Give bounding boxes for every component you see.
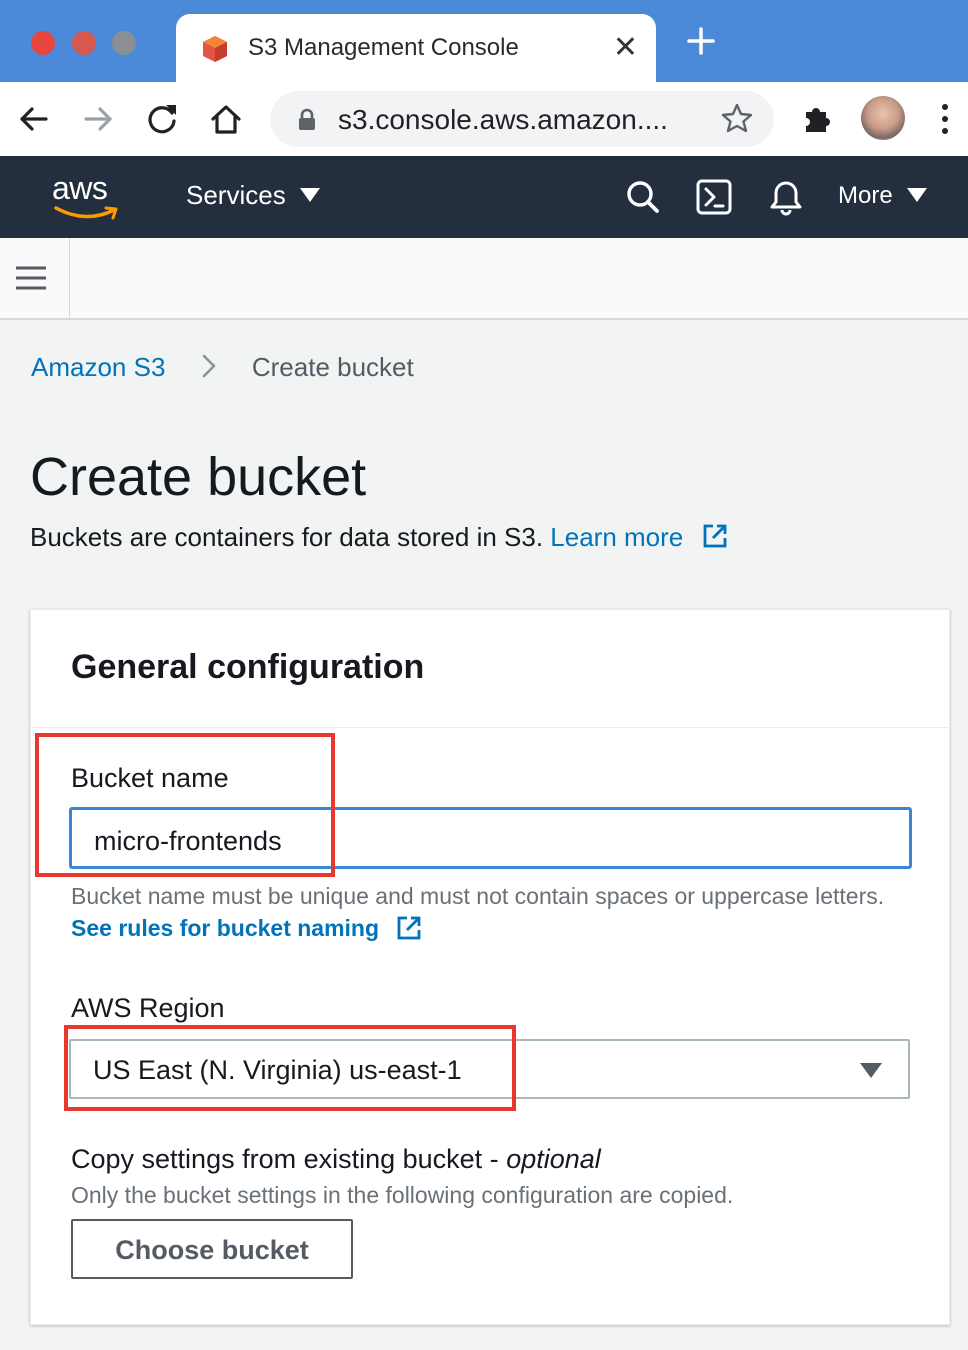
notifications-bell-icon[interactable] bbox=[767, 178, 805, 216]
profile-avatar[interactable] bbox=[861, 96, 905, 140]
console-subbar bbox=[0, 238, 968, 320]
breadcrumb-amazon-s3[interactable]: Amazon S3 bbox=[31, 352, 165, 382]
browser-menu-icon[interactable] bbox=[935, 102, 955, 136]
panel-header: General configuration bbox=[31, 610, 949, 728]
bucket-name-hint: Bucket name must be unique and must not … bbox=[71, 880, 891, 944]
highlight-box-bucket-name bbox=[35, 733, 335, 877]
more-label: More bbox=[838, 182, 893, 209]
aws-top-nav: aws Services More bbox=[0, 156, 968, 238]
browser-tab[interactable]: S3 Management Console ✕ bbox=[176, 14, 656, 82]
copy-settings-label: Copy settings from existing bucket - opt… bbox=[71, 1144, 601, 1175]
chevron-right-icon bbox=[202, 354, 215, 378]
new-tab-icon[interactable] bbox=[684, 24, 718, 58]
caret-down-icon bbox=[860, 1063, 882, 1078]
cloudshell-terminal-icon[interactable] bbox=[695, 178, 733, 216]
extensions-puzzle-icon[interactable] bbox=[800, 100, 836, 136]
optional-tag: optional bbox=[506, 1144, 601, 1174]
page-title: Create bucket bbox=[30, 447, 367, 507]
back-arrow-icon[interactable] bbox=[14, 99, 54, 139]
lock-icon bbox=[299, 108, 315, 130]
aws-smile-icon bbox=[54, 206, 118, 220]
url-text: s3.console.aws.amazon.... bbox=[338, 104, 668, 135]
page-description-text: Buckets are containers for data stored i… bbox=[30, 522, 544, 552]
choose-bucket-label: Choose bucket bbox=[115, 1235, 309, 1265]
window-minimize-button[interactable] bbox=[72, 31, 96, 55]
search-icon[interactable] bbox=[624, 178, 662, 216]
services-menu[interactable]: Services bbox=[186, 180, 320, 211]
breadcrumb: Amazon S3 Create bucket bbox=[31, 352, 414, 383]
forward-arrow-icon[interactable] bbox=[78, 99, 118, 139]
bookmark-star-icon[interactable] bbox=[720, 101, 754, 135]
more-menu[interactable]: More bbox=[838, 182, 927, 210]
learn-more-link[interactable]: Learn more bbox=[550, 522, 683, 552]
window-close-button[interactable] bbox=[31, 31, 55, 55]
general-configuration-panel: General configuration Bucket name micro-… bbox=[30, 609, 950, 1325]
window-maximize-button[interactable] bbox=[112, 31, 136, 55]
browser-toolbar: s3.console.aws.amazon.... bbox=[0, 82, 968, 156]
bucket-naming-rules-link[interactable]: See rules for bucket naming bbox=[71, 915, 379, 941]
copy-settings-description: Only the bucket settings in the followin… bbox=[71, 1182, 734, 1208]
home-icon[interactable] bbox=[206, 99, 246, 139]
aws-logo-text: aws bbox=[52, 170, 108, 206]
s3-favicon-icon bbox=[203, 36, 227, 62]
breadcrumb-current: Create bucket bbox=[251, 352, 414, 382]
bucket-name-hint-text: Bucket name must be unique and must not … bbox=[71, 883, 885, 909]
services-label: Services bbox=[186, 180, 286, 210]
external-link-icon[interactable] bbox=[395, 914, 423, 942]
panel-title: General configuration bbox=[71, 648, 425, 686]
side-nav-toggle[interactable] bbox=[0, 238, 70, 318]
external-link-icon[interactable] bbox=[701, 522, 729, 550]
page-description: Buckets are containers for data stored i… bbox=[30, 522, 729, 553]
chevron-down-icon bbox=[299, 188, 320, 203]
highlight-box-region bbox=[64, 1025, 516, 1111]
chevron-down-icon bbox=[906, 187, 927, 202]
aws-logo[interactable]: aws bbox=[48, 170, 124, 224]
browser-tab-strip: S3 Management Console ✕ bbox=[0, 0, 968, 82]
tab-title: S3 Management Console bbox=[248, 34, 519, 61]
tab-close-icon[interactable]: ✕ bbox=[613, 28, 638, 68]
aws-region-label: AWS Region bbox=[71, 993, 225, 1023]
reload-icon[interactable] bbox=[142, 99, 182, 139]
address-bar[interactable]: s3.console.aws.amazon.... bbox=[270, 91, 774, 147]
choose-bucket-button[interactable]: Choose bucket bbox=[71, 1219, 353, 1279]
hamburger-menu-icon bbox=[16, 266, 46, 290]
copy-settings-label-text: Copy settings from existing bucket - bbox=[71, 1144, 507, 1174]
